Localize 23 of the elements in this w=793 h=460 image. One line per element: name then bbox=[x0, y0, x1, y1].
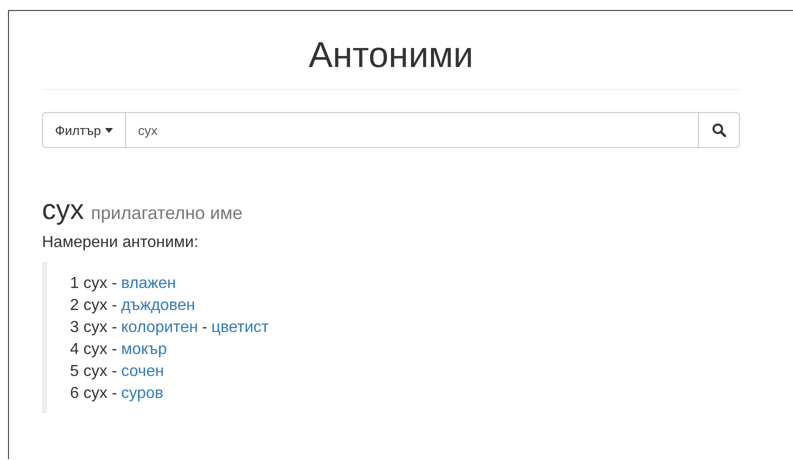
antonym-link[interactable]: колоритен bbox=[121, 317, 198, 339]
antonym-link[interactable]: мокър bbox=[121, 339, 167, 361]
antonym-prefix: 6 сух - bbox=[70, 384, 118, 404]
search-button[interactable] bbox=[698, 112, 740, 148]
antonym-prefix: 5 сух - bbox=[70, 362, 118, 382]
antonym-prefix: 3 сух - bbox=[70, 318, 118, 338]
antonym-link[interactable]: сочен bbox=[121, 361, 164, 383]
search-icon bbox=[712, 123, 726, 137]
antonym-prefix: - bbox=[202, 318, 208, 338]
antonym-prefix: 4 сух - bbox=[70, 340, 118, 360]
page-title: Антоними bbox=[42, 11, 740, 90]
antonym-link[interactable]: цветист bbox=[211, 317, 269, 339]
antonym-link[interactable]: влажен bbox=[121, 273, 176, 295]
headword: сух bbox=[42, 194, 84, 226]
search-field[interactable]: сух bbox=[126, 112, 698, 148]
results-label: Намерени антоними: bbox=[42, 234, 200, 252]
filter-dropdown[interactable]: Филтър bbox=[42, 112, 126, 148]
caret-icon bbox=[105, 128, 114, 132]
part-of-speech: прилагателно име bbox=[91, 203, 242, 224]
antonym-prefix: 1 сух - bbox=[70, 274, 118, 294]
antonym-link[interactable]: суров bbox=[121, 383, 164, 405]
antonym-link[interactable]: дъждовен bbox=[121, 295, 196, 317]
antonym-prefix: 2 сух - bbox=[70, 296, 118, 316]
